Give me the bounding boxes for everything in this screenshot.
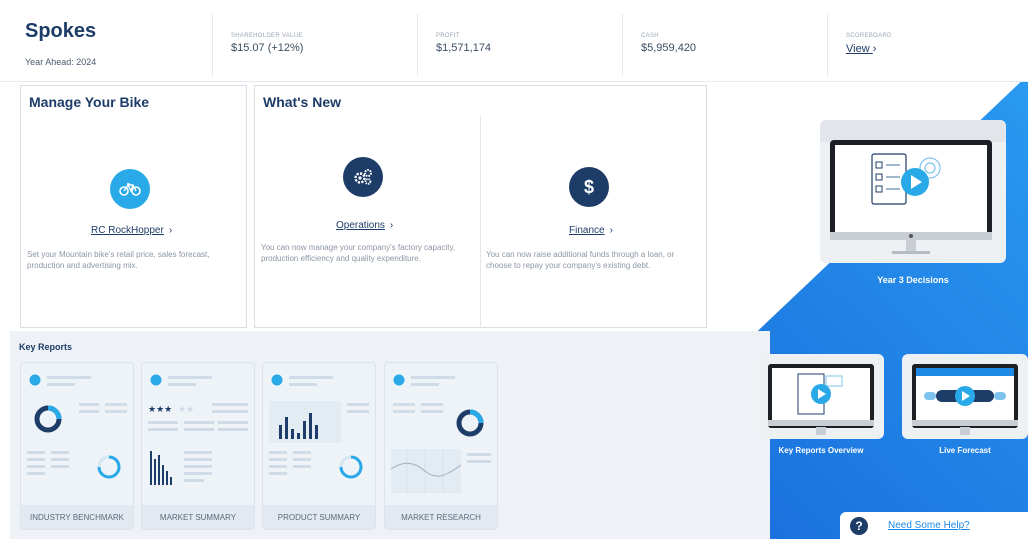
chevron-right-icon: ›	[609, 225, 613, 236]
rockhopper-link-label: RC RockHopper	[91, 225, 164, 236]
finance-link[interactable]: Finance ›	[569, 225, 613, 236]
manage-bike-card: Manage Your Bike RC RockHopper › Set your…	[20, 85, 247, 328]
rockhopper-link[interactable]: RC RockHopper ›	[91, 225, 172, 236]
whats-new-title: What's New	[263, 94, 342, 110]
stat-profit: PROFIT $1,571,174	[417, 14, 491, 76]
report-card-industry-benchmark[interactable]: INDUSTRY BENCHMARK	[20, 362, 134, 530]
report-card-market-summary[interactable]: ★★★ ★★ MARKET SUMMARY	[141, 362, 255, 530]
stat-scoreboard: SCOREBOARD View ›	[827, 14, 892, 76]
bike-icon[interactable]	[110, 169, 150, 209]
stat-label: SHAREHOLDER VALUE	[231, 33, 303, 39]
app-name: Spokes	[25, 20, 97, 42]
key-reports-title: Key Reports	[19, 342, 73, 352]
stat-label: CASH	[641, 33, 659, 39]
question-icon: ?	[850, 516, 868, 535]
report-label: PRODUCT SUMMARY	[263, 505, 375, 529]
video-key-reports-overview[interactable]	[758, 354, 884, 439]
dollar-icon[interactable]: $	[569, 167, 609, 207]
scoreboard-view-link[interactable]: View ›	[846, 43, 876, 55]
finance-link-label: Finance	[569, 225, 605, 236]
report-card-product-summary[interactable]: PRODUCT SUMMARY	[262, 362, 376, 530]
operations-link-label: Operations	[336, 220, 385, 231]
stat-value: $1,571,174	[436, 42, 492, 54]
scoreboard-view-label: View	[846, 43, 870, 55]
operations-description: You can now manage your company's factor…	[261, 243, 456, 263]
divider	[480, 116, 481, 328]
finance-description: You can now raise additional funds throu…	[486, 250, 675, 270]
video-thumbnail	[758, 354, 884, 439]
video-label: Key Reports Overview	[778, 446, 864, 455]
brand-block: Spokes Year Ahead: 2024	[25, 20, 96, 67]
video-live-forecast[interactable]	[902, 354, 1028, 439]
chevron-right-icon: ›	[168, 225, 173, 236]
stat-value: $5,959,420	[641, 42, 697, 54]
video-year-3-decisions[interactable]	[820, 120, 1006, 263]
year-ahead: Year Ahead: 2024	[25, 57, 97, 67]
stat-value: $15.07 (+12%)	[231, 42, 304, 54]
stat-label: PROFIT	[436, 33, 460, 39]
video-thumbnail	[820, 120, 1006, 263]
help-button[interactable]: ? Need Some Help?	[840, 512, 1028, 539]
stat-shareholder-value: SHAREHOLDER VALUE $15.07 (+12%)	[212, 14, 303, 76]
video-label: Live Forecast	[939, 446, 991, 455]
help-label: Need Some Help?	[888, 520, 970, 531]
report-thumbnail	[390, 374, 491, 493]
svg-text:★★★: ★★★	[148, 405, 172, 415]
chevron-right-icon: ›	[872, 43, 877, 55]
report-label: MARKET SUMMARY	[142, 505, 254, 529]
manage-bike-description: Set your Mountain bike's retail price, s…	[27, 250, 210, 270]
report-thumbnail	[269, 374, 369, 479]
top-header: Spokes Year Ahead: 2024 SHAREHOLDER VALU…	[0, 0, 1028, 82]
report-label: MARKET RESEARCH	[385, 505, 497, 529]
report-thumbnail	[27, 374, 127, 479]
svg-text:★★: ★★	[178, 405, 194, 415]
operations-link[interactable]: Operations ›	[336, 220, 393, 231]
whats-new-card: What's New Operations › You can now manag…	[254, 85, 707, 328]
report-thumbnail: ★★★ ★★	[148, 374, 248, 485]
chevron-right-icon: ›	[389, 220, 394, 231]
video-thumbnail	[902, 354, 1028, 439]
gears-icon[interactable]	[343, 157, 383, 197]
manage-bike-title: Manage Your Bike	[29, 94, 150, 110]
video-label: Year 3 Decisions	[877, 275, 949, 285]
stat-label: SCOREBOARD	[846, 33, 892, 39]
report-label: INDUSTRY BENCHMARK	[21, 505, 133, 529]
report-card-market-research[interactable]: MARKET RESEARCH	[384, 362, 498, 530]
stat-cash: CASH $5,959,420	[622, 14, 696, 76]
